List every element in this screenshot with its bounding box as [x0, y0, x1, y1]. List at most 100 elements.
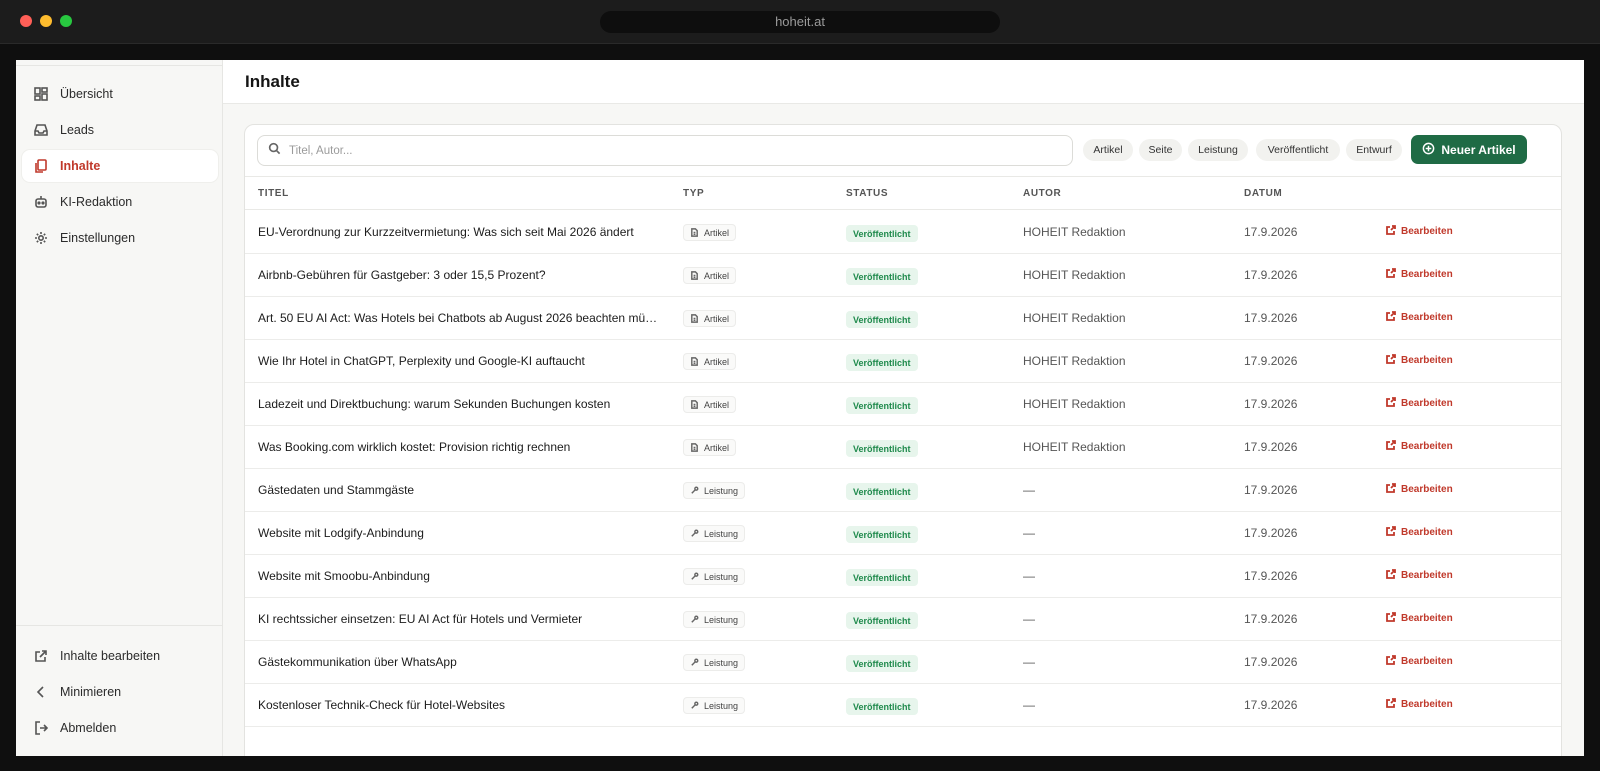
- edit-link[interactable]: Bearbeiten: [1386, 483, 1453, 496]
- column-header-titel[interactable]: TITEL: [258, 188, 289, 199]
- edit-icon: [1386, 698, 1401, 711]
- edit-link[interactable]: Bearbeiten: [1386, 440, 1453, 453]
- table-row[interactable]: EU-Verordnung zur Kurzzeitvermietung: Wa…: [245, 211, 1561, 254]
- row-title[interactable]: Website mit Smoobu-Anbindung: [258, 569, 658, 583]
- row-title[interactable]: Gästedaten und Stammgäste: [258, 483, 658, 497]
- sidebar-item-leads[interactable]: Leads: [22, 114, 218, 146]
- close-window-button[interactable]: [20, 15, 32, 27]
- row-date: 17.9.2026: [1244, 655, 1298, 669]
- dashboard-icon: [34, 87, 48, 101]
- table-row[interactable]: KI rechtssicher einsetzen: EU AI Act für…: [245, 598, 1561, 641]
- plus-circle-icon: [1422, 142, 1441, 158]
- status-badge: Veröffentlicht: [846, 225, 918, 242]
- search-field[interactable]: [257, 135, 1073, 166]
- sidebar-item-inhalte[interactable]: Inhalte: [22, 150, 218, 182]
- edit-link[interactable]: Bearbeiten: [1386, 354, 1453, 367]
- table-row[interactable]: Gästedaten und Stammgäste Leistung Veröffe…: [245, 469, 1561, 512]
- filter-chip-leistung[interactable]: Leistung: [1188, 139, 1248, 161]
- sidebar: Übersicht Leads Inhalte KI-Redaktion Ein…: [16, 60, 223, 756]
- edit-icon: [1386, 655, 1401, 668]
- sidebar-item-ki-redaktion[interactable]: KI-Redaktion: [22, 186, 218, 218]
- edit-link[interactable]: Bearbeiten: [1386, 569, 1453, 582]
- table-row[interactable]: Kostenloser Technik-Check für Hotel-Webs…: [245, 684, 1561, 727]
- table-row[interactable]: Wie Ihr Hotel in ChatGPT, Perplexity und…: [245, 340, 1561, 383]
- zoom-window-button[interactable]: [60, 15, 72, 27]
- minimize-window-button[interactable]: [40, 15, 52, 27]
- type-label: Leistung: [704, 700, 739, 711]
- status-badge: Veröffentlicht: [846, 440, 918, 457]
- document-icon: [690, 228, 699, 237]
- table-row[interactable]: Website mit Smoobu-Anbindung Leistung Verö…: [245, 555, 1561, 598]
- type-badge: Leistung: [683, 654, 746, 671]
- content-table-card: Artikel Seite Leistung Veröffentlicht En…: [244, 124, 1562, 756]
- row-author: —: [1023, 526, 1035, 540]
- sidebar-item-einstellungen[interactable]: Einstellungen: [22, 222, 218, 254]
- status-badge: Veröffentlicht: [846, 569, 918, 586]
- column-header-status[interactable]: STATUS: [846, 188, 888, 199]
- row-title[interactable]: Ladezeit und Direktbuchung: warum Sekund…: [258, 397, 658, 411]
- row-title[interactable]: Airbnb-Gebühren für Gastgeber: 3 oder 15…: [258, 268, 658, 282]
- edit-link[interactable]: Bearbeiten: [1386, 397, 1453, 410]
- filter-chip-seite[interactable]: Seite: [1139, 139, 1182, 161]
- row-title[interactable]: Kostenloser Technik-Check für Hotel-Webs…: [258, 698, 658, 712]
- row-title[interactable]: Art. 50 EU AI Act: Was Hotels bei Chatbo…: [258, 311, 658, 325]
- edit-link[interactable]: Bearbeiten: [1386, 311, 1453, 324]
- table-row[interactable]: Ladezeit und Direktbuchung: warum Sekund…: [245, 383, 1561, 426]
- column-header-typ[interactable]: TYP: [683, 188, 704, 199]
- edit-link[interactable]: Bearbeiten: [1386, 268, 1453, 281]
- row-date: 17.9.2026: [1244, 483, 1298, 497]
- table-row[interactable]: Gästekommunikation über WhatsApp Leistung…: [245, 641, 1561, 684]
- search-input[interactable]: [289, 144, 1049, 157]
- table-row[interactable]: Was Booking.com wirklich kostet: Provisi…: [245, 426, 1561, 469]
- status-badge: Veröffentlicht: [846, 655, 918, 672]
- wrench-icon: [690, 658, 699, 667]
- edit-link[interactable]: Bearbeiten: [1386, 655, 1453, 668]
- type-label: Artikel: [704, 399, 730, 410]
- edit-icon: [1386, 612, 1401, 625]
- sidebar-item-minimieren[interactable]: Minimieren: [22, 676, 218, 708]
- edit-label: Bearbeiten: [1401, 312, 1453, 323]
- table-row[interactable]: Airbnb-Gebühren für Gastgeber: 3 oder 15…: [245, 254, 1561, 297]
- row-title[interactable]: Website mit Lodgify-Anbindung: [258, 526, 658, 540]
- row-author: HOHEIT Redaktion: [1023, 225, 1126, 239]
- filter-chip-artikel[interactable]: Artikel: [1083, 139, 1133, 161]
- row-author: HOHEIT Redaktion: [1023, 397, 1126, 411]
- row-title[interactable]: Was Booking.com wirklich kostet: Provisi…: [258, 440, 658, 454]
- edit-link[interactable]: Bearbeiten: [1386, 526, 1453, 539]
- edit-icon: [1386, 526, 1401, 539]
- edit-link[interactable]: Bearbeiten: [1386, 225, 1453, 238]
- type-badge: Artikel: [683, 439, 737, 456]
- status-badge: Veröffentlicht: [846, 354, 918, 371]
- edit-label: Bearbeiten: [1401, 355, 1453, 366]
- type-label: Artikel: [704, 227, 730, 238]
- address-bar[interactable]: hoheit.at: [600, 11, 1000, 33]
- wrench-icon: [690, 486, 699, 495]
- row-date: 17.9.2026: [1244, 311, 1298, 325]
- filter-chip-entwurf[interactable]: Entwurf: [1346, 139, 1402, 161]
- type-badge: Leistung: [683, 525, 746, 542]
- row-date: 17.9.2026: [1244, 526, 1298, 540]
- new-article-button[interactable]: Neuer Artikel: [1411, 135, 1527, 164]
- edit-link[interactable]: Bearbeiten: [1386, 612, 1453, 625]
- edit-link[interactable]: Bearbeiten: [1386, 698, 1453, 711]
- table-toolbar: Artikel Seite Leistung Veröffentlicht En…: [245, 125, 1561, 177]
- column-header-autor[interactable]: AUTOR: [1023, 188, 1061, 199]
- chevron-left-icon: [34, 685, 48, 699]
- edit-icon: [1386, 483, 1401, 496]
- edit-label: Bearbeiten: [1401, 441, 1453, 452]
- type-badge: Leistung: [683, 697, 746, 714]
- column-header-datum[interactable]: DATUM: [1244, 188, 1282, 199]
- table-row[interactable]: Art. 50 EU AI Act: Was Hotels bei Chatbo…: [245, 297, 1561, 340]
- sidebar-item-uebersicht[interactable]: Übersicht: [22, 78, 218, 110]
- row-title[interactable]: KI rechtssicher einsetzen: EU AI Act für…: [258, 612, 658, 626]
- row-title[interactable]: Gästekommunikation über WhatsApp: [258, 655, 658, 669]
- sidebar-item-inhalte-bearbeiten[interactable]: Inhalte bearbeiten: [22, 640, 218, 672]
- sidebar-item-abmelden[interactable]: Abmelden: [22, 712, 218, 744]
- row-title[interactable]: EU-Verordnung zur Kurzzeitvermietung: Wa…: [258, 225, 658, 239]
- status-badge: Veröffentlicht: [846, 483, 918, 500]
- type-badge: Artikel: [683, 267, 737, 284]
- row-title[interactable]: Wie Ihr Hotel in ChatGPT, Perplexity und…: [258, 354, 658, 368]
- row-author: —: [1023, 698, 1035, 712]
- filter-chip-veroeffentlicht[interactable]: Veröffentlicht: [1256, 139, 1340, 161]
- table-row[interactable]: Website mit Lodgify-Anbindung Leistung Ver…: [245, 512, 1561, 555]
